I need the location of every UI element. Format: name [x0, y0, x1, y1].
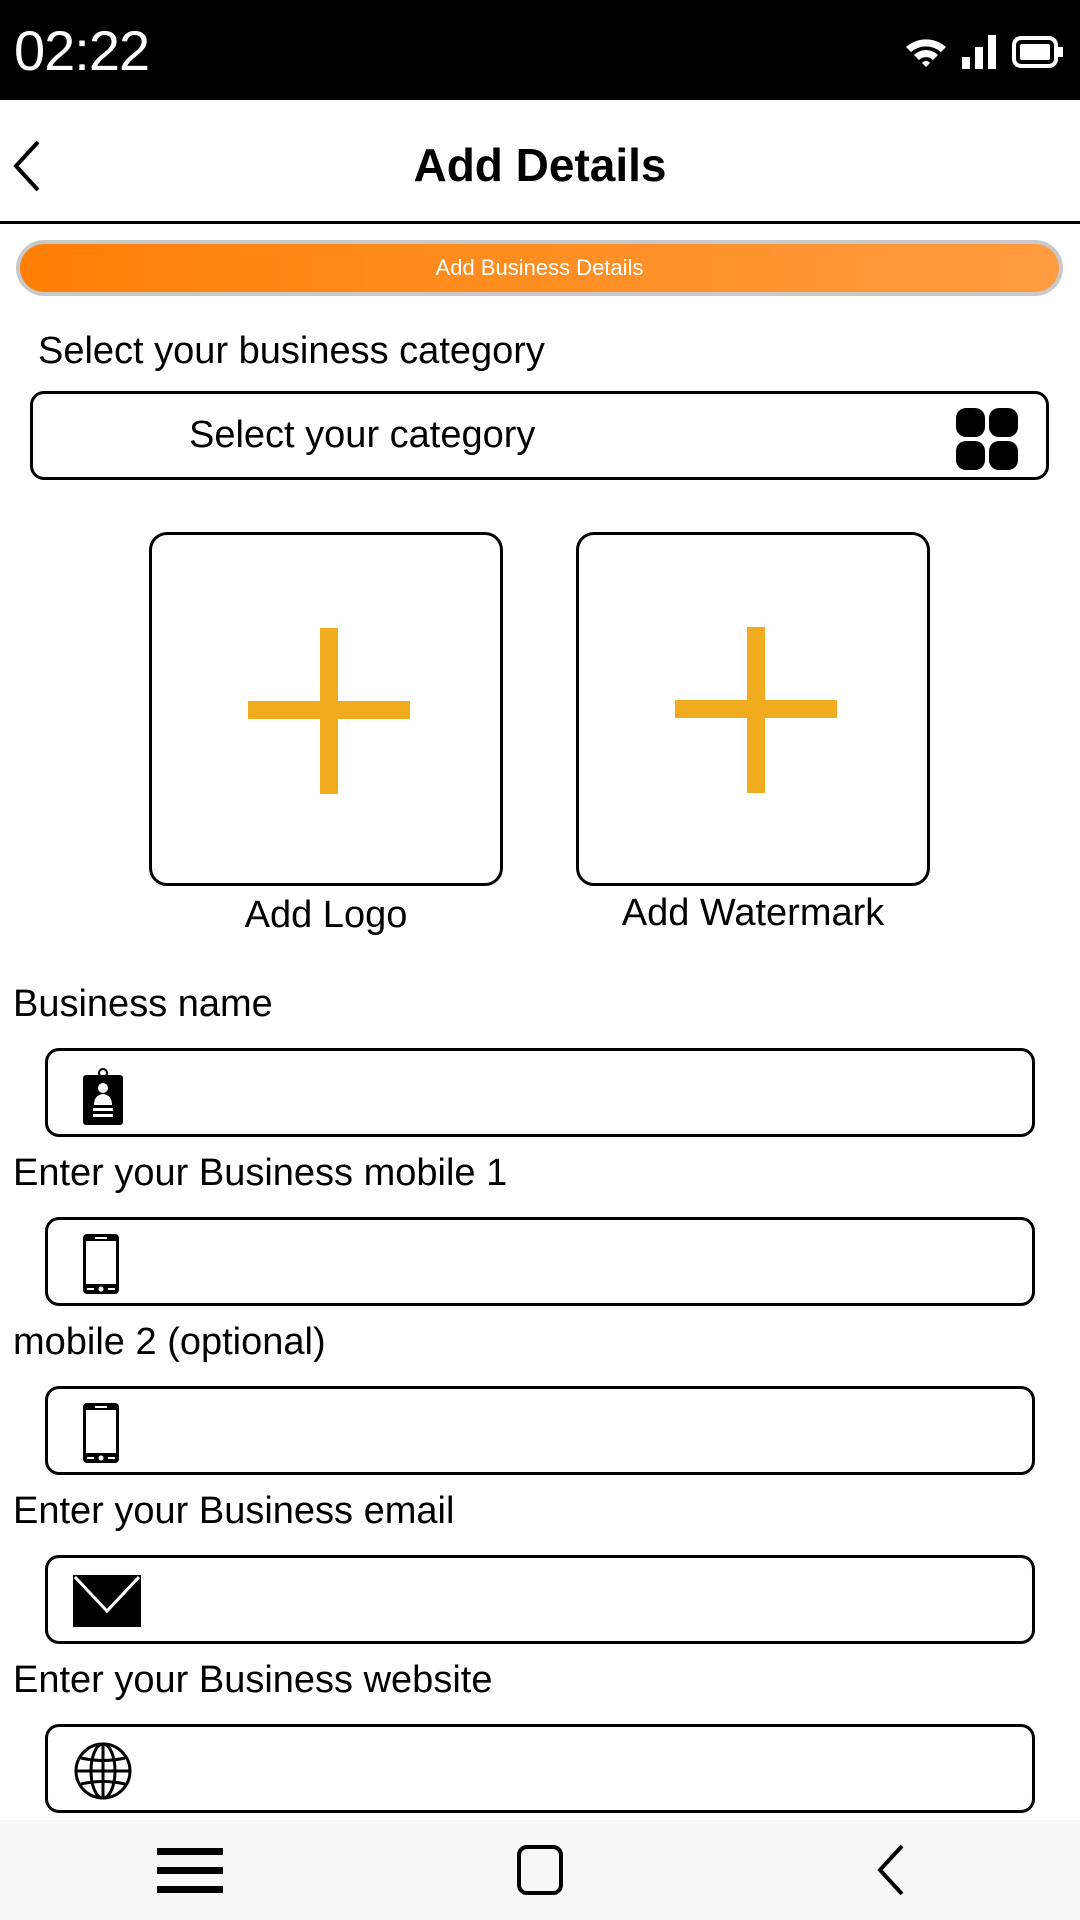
- system-back-button[interactable]: [850, 1840, 930, 1900]
- wifi-icon: [906, 39, 946, 67]
- category-select[interactable]: Select your category: [30, 391, 1049, 480]
- website-label: Enter your Business website: [13, 1659, 493, 1701]
- step-banner-label: Add Business Details: [20, 244, 1059, 292]
- email-label: Enter your Business email: [13, 1490, 455, 1532]
- business-name-label: Business name: [13, 983, 273, 1025]
- mobile-2-label: mobile 2 (optional): [13, 1321, 326, 1363]
- business-name-input[interactable]: [158, 1061, 1018, 1125]
- website-input[interactable]: [158, 1737, 1018, 1801]
- system-nav-bar: [0, 1820, 1080, 1920]
- add-logo-label: Add Logo: [244, 894, 408, 936]
- recent-apps-icon: [157, 1848, 223, 1893]
- category-placeholder: Select your category: [189, 414, 536, 456]
- mobile-1-label: Enter your Business mobile 1: [13, 1152, 508, 1194]
- status-time: 02:22: [14, 19, 150, 82]
- mobile-1-field[interactable]: [45, 1217, 1035, 1306]
- recent-apps-button[interactable]: [150, 1840, 230, 1900]
- smartphone-icon: [83, 1234, 119, 1294]
- app-header: Add Details: [0, 100, 1080, 224]
- home-button[interactable]: [500, 1840, 580, 1900]
- globe-icon: [74, 1742, 132, 1800]
- add-logo-button[interactable]: [149, 532, 503, 886]
- add-watermark-button[interactable]: [576, 532, 930, 886]
- grid-icon: [956, 408, 1018, 470]
- add-watermark-label: Add Watermark: [621, 892, 885, 934]
- home-icon: [517, 1845, 563, 1895]
- email-field[interactable]: [45, 1555, 1035, 1644]
- website-field[interactable]: [45, 1724, 1035, 1813]
- envelope-icon: [73, 1575, 141, 1627]
- signal-icon: [962, 35, 996, 69]
- back-icon: [877, 1844, 904, 1896]
- status-icons: [904, 32, 1064, 72]
- step-banner: Add Business Details: [16, 240, 1063, 296]
- id-badge-icon: [83, 1068, 123, 1125]
- page-title: Add Details: [413, 139, 667, 191]
- email-input[interactable]: [158, 1568, 1018, 1632]
- smartphone-icon: [83, 1403, 119, 1463]
- business-name-field[interactable]: [45, 1048, 1035, 1137]
- mobile-2-field[interactable]: [45, 1386, 1035, 1475]
- mobile-1-input[interactable]: [158, 1230, 1018, 1294]
- category-section-label: Select your business category: [38, 330, 545, 372]
- battery-icon: [1012, 36, 1063, 68]
- status-bar: 02:22: [0, 0, 1080, 100]
- mobile-2-input[interactable]: [158, 1399, 1018, 1463]
